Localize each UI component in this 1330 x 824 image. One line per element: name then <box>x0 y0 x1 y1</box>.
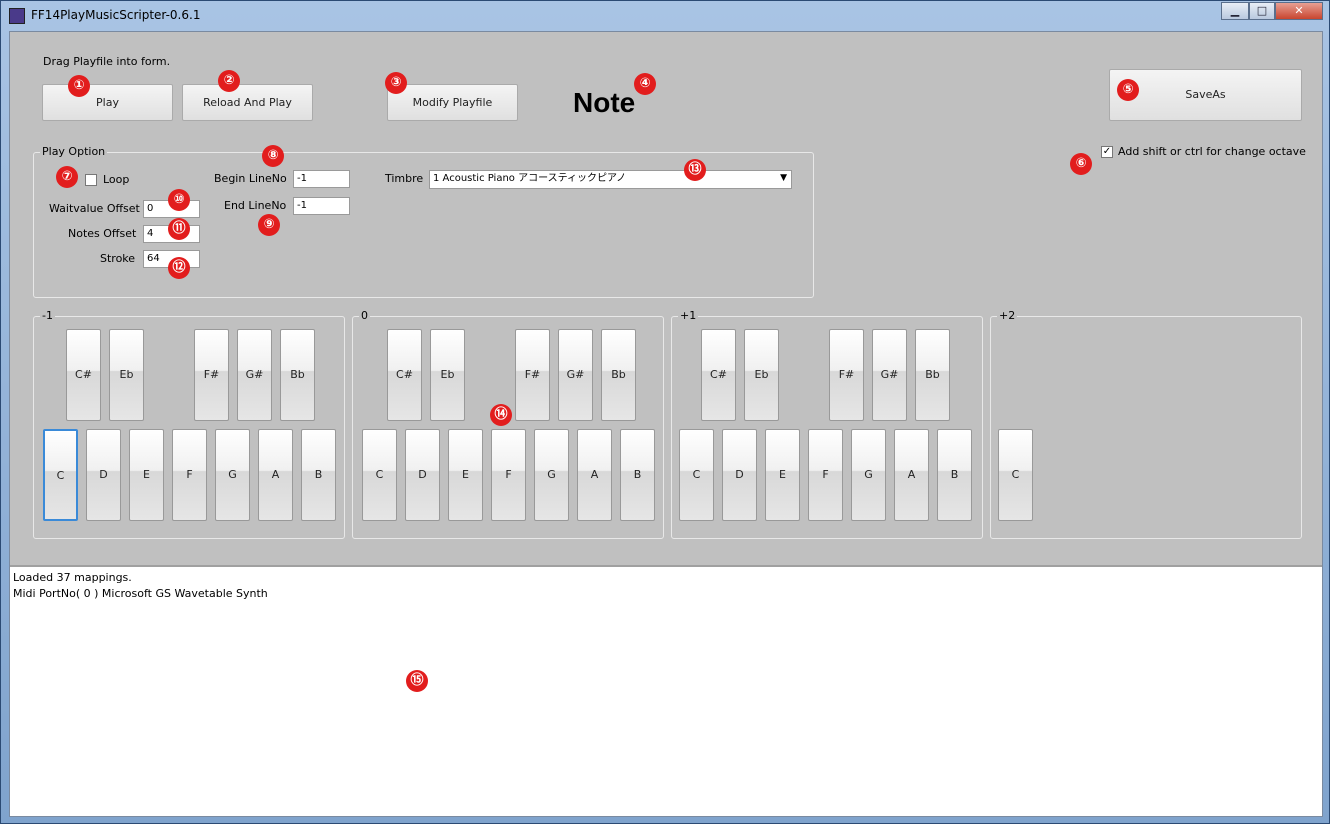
loop-label: Loop <box>103 173 130 186</box>
key-e[interactable]: E <box>765 429 800 521</box>
client-area: Drag Playfile into form. Play Reload And… <box>9 31 1323 817</box>
key-gsharp[interactable]: G# <box>237 329 272 421</box>
play-button[interactable]: Play <box>42 84 173 121</box>
shift-octave-label: Add shift or ctrl for change octave <box>1118 145 1306 158</box>
key-gsharp[interactable]: G# <box>558 329 593 421</box>
key-eb[interactable]: Eb <box>430 329 465 421</box>
key-csharp[interactable]: C# <box>66 329 101 421</box>
key-bb[interactable]: Bb <box>280 329 315 421</box>
end-lineno-label: End LineNo <box>224 199 287 212</box>
log-output[interactable]: Loaded 37 mappings. Midi PortNo( 0 ) Mic… <box>10 565 1322 816</box>
marker-1: ① <box>68 75 90 97</box>
octave-group-minus1: -1 C# Eb F# G# Bb C D E F G A B <box>33 309 345 539</box>
marker-10: ⑩ <box>168 189 190 211</box>
key-c[interactable]: C <box>362 429 397 521</box>
key-b[interactable]: B <box>301 429 336 521</box>
key-csharp[interactable]: C# <box>387 329 422 421</box>
key-b[interactable]: B <box>620 429 655 521</box>
key-gsharp[interactable]: G# <box>872 329 907 421</box>
key-f[interactable]: F <box>491 429 526 521</box>
key-fsharp[interactable]: F# <box>515 329 550 421</box>
window-title: FF14PlayMusicScripter-0.6.1 <box>31 8 201 22</box>
key-d[interactable]: D <box>722 429 757 521</box>
modify-playfile-button[interactable]: Modify Playfile <box>387 84 518 121</box>
title-bar[interactable]: FF14PlayMusicScripter-0.6.1 ▁ □ ✕ <box>1 1 1329 29</box>
octave-group-plus2: +2 C <box>990 309 1302 539</box>
octave-label: 0 <box>359 309 370 322</box>
minimize-button[interactable]: ▁ <box>1221 2 1249 20</box>
key-g[interactable]: G <box>215 429 250 521</box>
main-window: FF14PlayMusicScripter-0.6.1 ▁ □ ✕ Drag P… <box>0 0 1330 824</box>
key-f[interactable]: F <box>808 429 843 521</box>
close-button[interactable]: ✕ <box>1275 2 1323 20</box>
key-f[interactable]: F <box>172 429 207 521</box>
marker-8: ⑧ <box>262 145 284 167</box>
marker-3: ③ <box>385 72 407 94</box>
marker-13: ⑬ <box>684 159 706 181</box>
octave-label: +1 <box>678 309 699 322</box>
log-line: Midi PortNo( 0 ) Microsoft GS Wavetable … <box>13 587 268 600</box>
key-g[interactable]: G <box>851 429 886 521</box>
key-csharp[interactable]: C# <box>701 329 736 421</box>
key-fsharp[interactable]: F# <box>829 329 864 421</box>
begin-lineno-input[interactable]: -1 <box>293 170 350 188</box>
saveas-button[interactable]: SaveAs <box>1109 69 1302 121</box>
shift-octave-checkbox[interactable]: ✓ <box>1101 146 1113 158</box>
key-c[interactable]: C <box>998 429 1033 521</box>
marker-5: ⑤ <box>1117 79 1139 101</box>
octave-group-plus1: +1 C# Eb F# G# Bb C D E F G A B <box>671 309 983 539</box>
key-d[interactable]: D <box>86 429 121 521</box>
key-a[interactable]: A <box>894 429 929 521</box>
waitvalue-offset-label: Waitvalue Offset <box>49 202 140 215</box>
key-c[interactable]: C <box>43 429 78 521</box>
key-a[interactable]: A <box>577 429 612 521</box>
note-label: Note <box>573 87 636 118</box>
maximize-button[interactable]: □ <box>1249 2 1275 20</box>
end-lineno-input[interactable]: -1 <box>293 197 350 215</box>
begin-lineno-label: Begin LineNo <box>214 172 287 185</box>
key-eb[interactable]: Eb <box>109 329 144 421</box>
timbre-value: 1 Acoustic Piano アコースティックピアノ <box>433 173 627 184</box>
chevron-down-icon: ▼ <box>780 173 787 183</box>
marker-6: ⑥ <box>1070 153 1092 175</box>
stroke-label: Stroke <box>100 252 136 265</box>
log-line: Loaded 37 mappings. <box>13 571 132 584</box>
key-bb[interactable]: Bb <box>915 329 950 421</box>
marker-11: ⑪ <box>168 218 190 240</box>
octave-label: +2 <box>997 309 1018 322</box>
marker-4: ④ <box>634 73 656 95</box>
marker-14: ⑭ <box>490 404 512 426</box>
octave-group-0: 0 C# Eb F# G# Bb C D E F G A B <box>352 309 664 539</box>
play-option-title: Play Option <box>40 145 108 158</box>
key-g[interactable]: G <box>534 429 569 521</box>
key-fsharp[interactable]: F# <box>194 329 229 421</box>
key-a[interactable]: A <box>258 429 293 521</box>
key-e[interactable]: E <box>448 429 483 521</box>
key-bb[interactable]: Bb <box>601 329 636 421</box>
key-b[interactable]: B <box>937 429 972 521</box>
marker-12: ⑫ <box>168 257 190 279</box>
key-e[interactable]: E <box>129 429 164 521</box>
key-eb[interactable]: Eb <box>744 329 779 421</box>
marker-2: ② <box>218 70 240 92</box>
octave-label: -1 <box>40 309 55 322</box>
timbre-select[interactable]: 1 Acoustic Piano アコースティックピアノ ▼ <box>429 170 792 189</box>
marker-15: ⑮ <box>406 670 428 692</box>
timbre-label: Timbre <box>385 172 424 185</box>
reload-and-play-button[interactable]: Reload And Play <box>182 84 313 121</box>
loop-checkbox[interactable] <box>85 174 97 186</box>
marker-7: ⑦ <box>56 166 78 188</box>
notes-offset-label: Notes Offset <box>68 227 137 240</box>
drag-hint: Drag Playfile into form. <box>43 55 171 68</box>
marker-9: ⑨ <box>258 214 280 236</box>
app-icon <box>9 8 25 24</box>
key-c[interactable]: C <box>679 429 714 521</box>
key-d[interactable]: D <box>405 429 440 521</box>
